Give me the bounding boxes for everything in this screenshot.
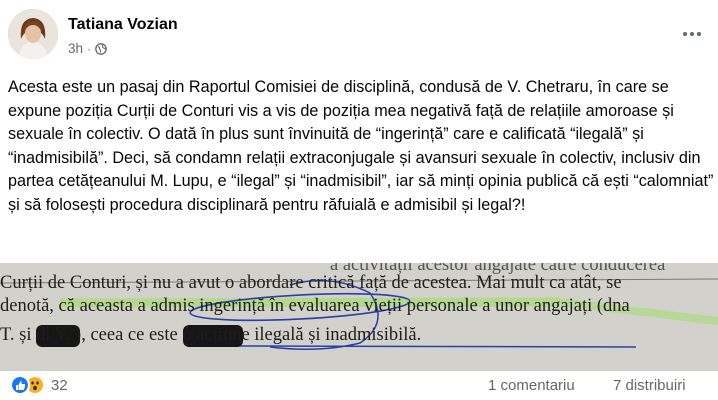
reaction-count[interactable]: 32 bbox=[51, 377, 68, 394]
post-meta: 3h · bbox=[68, 41, 107, 56]
like-icon bbox=[10, 375, 30, 395]
globe-icon bbox=[95, 42, 107, 55]
meta-separator: · bbox=[87, 41, 92, 56]
post-timestamp[interactable]: 3h bbox=[68, 41, 83, 56]
comments-count[interactable]: 1 comentariu bbox=[488, 377, 575, 394]
photo-line-1: Curții de Conturi, și nu a avut o aborda… bbox=[0, 273, 622, 293]
post-footer: 32 1 comentariu 7 distribuiri bbox=[0, 371, 718, 400]
photo-line-2: denotă, că aceasta a admis ingerință în … bbox=[0, 296, 630, 316]
reactions-summary[interactable]: 32 bbox=[10, 375, 68, 395]
author-avatar[interactable] bbox=[8, 9, 58, 59]
post-photo[interactable]: a activității acestor angajate către con… bbox=[0, 263, 718, 371]
author-name[interactable]: Tatiana Vozian bbox=[68, 16, 178, 34]
more-options-icon[interactable] bbox=[678, 24, 706, 44]
post-header: Tatiana Vozian 3h · bbox=[0, 0, 718, 66]
shares-count[interactable]: 7 distribuiri bbox=[613, 377, 686, 394]
photo-line-3: T. și dl V. ), ceea ce este o acțiune il… bbox=[0, 325, 422, 345]
post-body-text: Acesta este un pasaj din Raportul Comisi… bbox=[8, 78, 714, 214]
